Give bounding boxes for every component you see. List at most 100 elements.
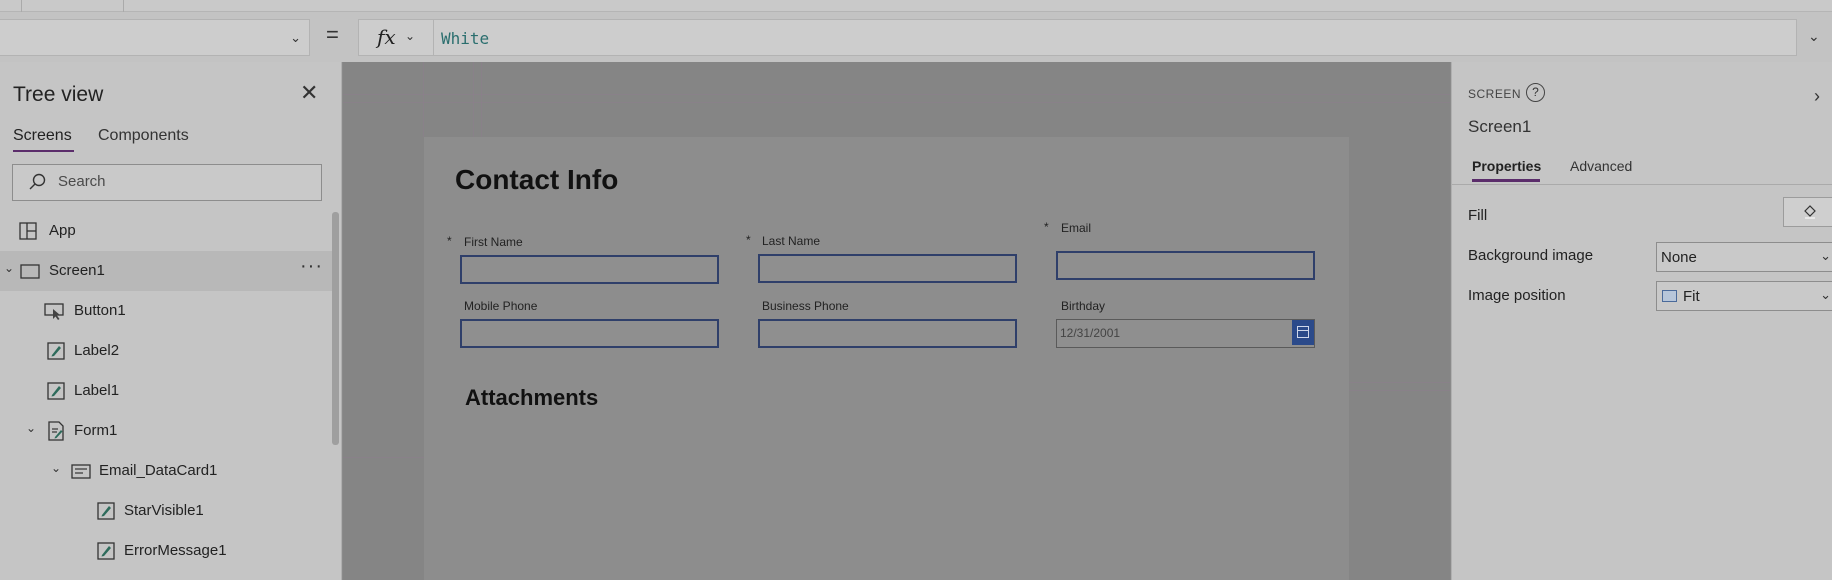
- formula-bar: ⌄ = fx ⌄ White ⌄: [0, 12, 1832, 62]
- mobile-phone-field[interactable]: [460, 319, 719, 348]
- tree-item-label: Label2: [74, 342, 120, 359]
- help-icon[interactable]: ?: [1526, 83, 1545, 102]
- chevron-down-icon: ⌄: [1820, 287, 1831, 302]
- last-name-label: Last Name: [762, 234, 821, 248]
- expand-formula-chevron-icon[interactable]: ⌄: [1808, 28, 1820, 45]
- tab-screens[interactable]: Screens: [13, 127, 72, 145]
- property-dropdown[interactable]: ⌄: [0, 19, 310, 56]
- first-name-field[interactable]: [460, 255, 719, 284]
- tree-item-label: Label1: [74, 382, 120, 399]
- formula-input[interactable]: White: [433, 19, 1797, 56]
- chevron-right-icon[interactable]: ›: [1814, 86, 1820, 107]
- tree-item-label: Button1: [74, 302, 126, 319]
- tree-item-label1[interactable]: Label1: [0, 371, 336, 411]
- chevron-down-icon[interactable]: ⌄: [26, 421, 36, 435]
- tree-view-title: Tree view: [13, 83, 104, 106]
- business-phone-field[interactable]: [758, 319, 1017, 348]
- label-icon: [47, 382, 65, 400]
- email-field[interactable]: [1056, 251, 1315, 280]
- formula-text: White: [441, 29, 490, 48]
- fill-color-picker[interactable]: [1783, 197, 1832, 227]
- tree-item-label2[interactable]: Label2: [0, 331, 336, 371]
- tree-item-screen1[interactable]: ⌄ Screen1 ···: [0, 251, 336, 291]
- search-input[interactable]: [58, 173, 308, 190]
- guide-line: [423, 62, 424, 137]
- design-canvas[interactable]: Contact Info * First Name * Last Name * …: [343, 62, 1450, 580]
- active-tab-indicator: [13, 150, 74, 152]
- fx-icon: fx: [377, 25, 396, 49]
- close-icon[interactable]: ✕: [300, 80, 318, 106]
- label-icon: [47, 342, 65, 360]
- page-title[interactable]: Contact Info: [455, 164, 618, 196]
- tree-scrollbar[interactable]: [332, 212, 339, 445]
- toolbar-divider: [0, 0, 22, 12]
- divider: [1452, 184, 1832, 185]
- tree-item-app[interactable]: App: [0, 211, 336, 251]
- tree-item-form1[interactable]: ⌄ Form1: [0, 411, 336, 451]
- control-name[interactable]: Screen1: [1468, 117, 1531, 137]
- guide-line: [1349, 390, 1450, 391]
- image-position-label: Image position: [1468, 287, 1566, 304]
- email-label: Email: [1061, 221, 1092, 235]
- calendar-icon: [1297, 326, 1309, 338]
- guide-line: [343, 457, 424, 458]
- chevron-down-icon[interactable]: ⌄: [4, 261, 14, 275]
- tree-view-panel: Tree view ✕ Screens Components App ⌄ Scr…: [0, 62, 342, 580]
- tree-item-button1[interactable]: Button1: [0, 291, 336, 331]
- tree-item-errormessage1[interactable]: ErrorMessage1: [0, 531, 336, 571]
- tab-properties[interactable]: Properties: [1472, 158, 1541, 174]
- required-star: *: [447, 234, 452, 248]
- chevron-down-icon: ⌄: [290, 30, 301, 45]
- app-icon: [19, 222, 37, 240]
- equals-sign: =: [326, 22, 339, 47]
- control-kind: SCREEN: [1468, 87, 1522, 101]
- tree-item-label: ErrorMessage1: [124, 542, 227, 559]
- label-icon: [97, 542, 115, 560]
- mobile-phone-label: Mobile Phone: [464, 299, 538, 313]
- image-position-value: Fit: [1683, 288, 1700, 305]
- tab-advanced[interactable]: Advanced: [1570, 158, 1632, 174]
- tree-item-label: App: [49, 222, 76, 239]
- app-screen[interactable]: Contact Info * First Name * Last Name * …: [424, 137, 1349, 580]
- required-star: *: [746, 233, 751, 247]
- guide-line: [343, 94, 1450, 95]
- button-icon: [44, 303, 64, 320]
- tree-item-email-datacard1[interactable]: ⌄ Email_DataCard1: [0, 451, 336, 491]
- guide-line: [473, 62, 474, 137]
- tree-item-label: Form1: [74, 422, 118, 439]
- tree-search[interactable]: [12, 164, 322, 201]
- attachments-heading[interactable]: Attachments: [465, 385, 598, 411]
- chevron-down-icon: ⌄: [1820, 248, 1831, 263]
- search-icon: [29, 173, 46, 190]
- tree-item-starvisible1[interactable]: StarVisible1: [0, 491, 336, 531]
- properties-panel: SCREEN ? › Screen1 Properties Advanced F…: [1451, 62, 1832, 580]
- tree-item-label: Email_DataCard1: [99, 462, 218, 479]
- form-icon: [48, 421, 64, 441]
- image-icon: [1662, 290, 1677, 302]
- image-position-select[interactable]: Fit ⌄: [1656, 281, 1832, 311]
- guide-line: [1349, 382, 1450, 383]
- label-icon: [97, 502, 115, 520]
- tree-item-label: Screen1: [49, 262, 105, 279]
- tree-item-label: StarVisible1: [124, 502, 204, 519]
- paint-bucket-icon: [1804, 205, 1816, 219]
- guide-line: [343, 102, 1450, 103]
- tab-components[interactable]: Components: [98, 127, 189, 145]
- fx-button[interactable]: fx ⌄: [358, 19, 434, 56]
- toolbar-divider: [22, 0, 124, 12]
- first-name-label: First Name: [464, 235, 523, 249]
- required-star: *: [1044, 220, 1049, 234]
- more-options-icon[interactable]: ···: [300, 255, 323, 278]
- background-image-select[interactable]: None ⌄: [1656, 242, 1832, 272]
- chevron-down-icon[interactable]: ⌄: [51, 461, 61, 475]
- last-name-field[interactable]: [758, 254, 1017, 283]
- fill-label: Fill: [1468, 207, 1488, 224]
- chevron-down-icon: ⌄: [405, 29, 416, 43]
- calendar-button[interactable]: [1292, 320, 1314, 345]
- business-phone-label: Business Phone: [762, 299, 849, 313]
- birthday-value: 12/31/2001: [1060, 326, 1121, 340]
- birthday-date-picker[interactable]: 12/31/2001: [1056, 319, 1315, 348]
- screen-icon: [20, 264, 40, 279]
- background-image-label: Background image: [1468, 247, 1594, 264]
- datacard-icon: [71, 464, 91, 479]
